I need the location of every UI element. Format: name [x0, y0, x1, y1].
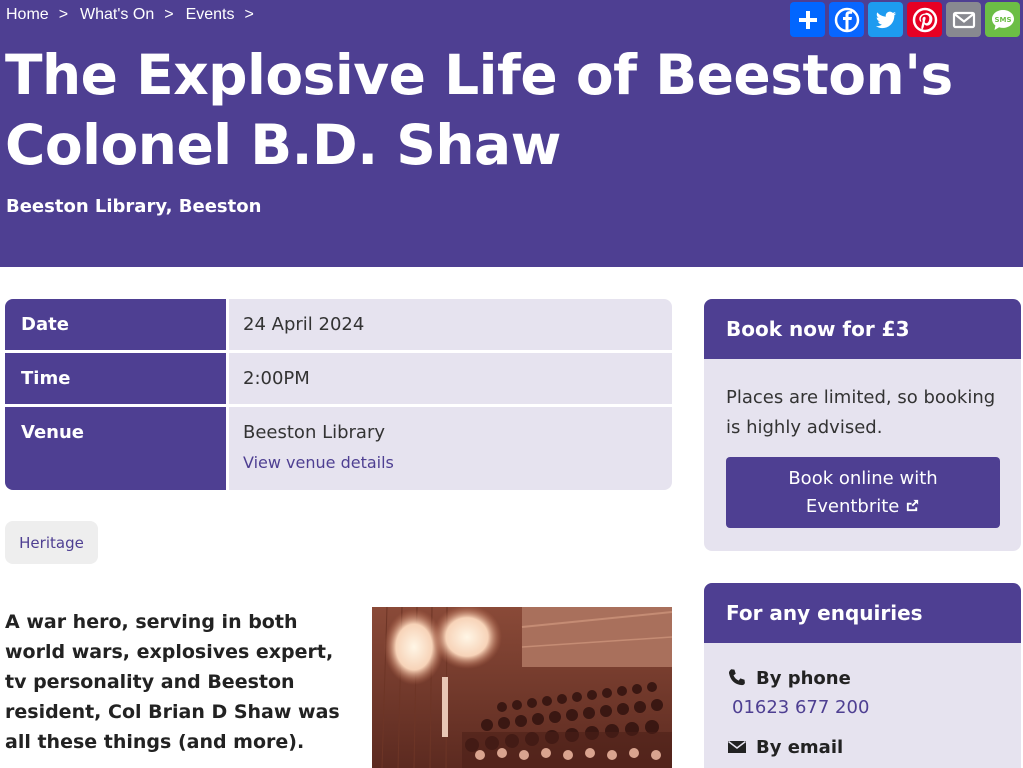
enquiries-heading: For any enquiries — [704, 583, 1021, 643]
venue-details-link[interactable]: View venue details — [243, 453, 658, 472]
phone-number-link[interactable]: 01623 677 200 — [732, 697, 999, 718]
breadcrumb-events[interactable]: Events — [186, 6, 235, 24]
phone-icon — [728, 669, 745, 686]
envelope-icon — [728, 740, 746, 753]
venue-row: Venue Beeston Library View venue details — [5, 407, 672, 490]
breadcrumb-separator: > — [58, 6, 69, 23]
book-eventbrite-button[interactable]: Book online with Eventbrite — [726, 457, 1000, 528]
time-label: Time — [5, 353, 229, 404]
phone-contact: By phone — [726, 667, 999, 689]
category-tag[interactable]: Heritage — [5, 521, 98, 564]
book-button-line2: Eventbrite — [805, 495, 900, 517]
email-label: By email — [756, 736, 844, 758]
lecture-hall-photo — [372, 607, 672, 768]
email-icon — [952, 11, 975, 28]
event-location: Beeston Library, Beeston — [6, 196, 262, 217]
booking-note: Places are limited, so booking is highly… — [726, 387, 996, 438]
breadcrumb-whats-on[interactable]: What's On — [80, 6, 154, 24]
venue-label: Venue — [5, 407, 229, 490]
email-share-button[interactable] — [946, 2, 981, 37]
venue-value: Beeston Library — [243, 422, 386, 443]
breadcrumb-separator: > — [164, 6, 174, 23]
sms-text: SMS — [994, 16, 1011, 24]
booking-heading: Book now for £3 — [704, 299, 1021, 359]
share-add-icon — [798, 10, 817, 29]
time-value: 2:00PM — [243, 368, 310, 389]
phone-label: By phone — [756, 667, 851, 689]
time-row: Time 2:00PM — [5, 353, 672, 407]
date-row: Date 24 April 2024 — [5, 299, 672, 353]
twitter-share-button[interactable] — [868, 2, 903, 37]
date-value: 24 April 2024 — [243, 314, 365, 335]
event-intro: A war hero, serving in both world wars, … — [5, 611, 340, 753]
event-details-table: Date 24 April 2024 Time 2:00PM Venue Bee… — [5, 299, 672, 490]
event-header: Home > What's On > Events > SMS The Explosive… — [0, 0, 1023, 267]
email-contact: By email — [726, 736, 999, 758]
booking-card: Book now for £3 Places are limited, so b… — [704, 299, 1021, 551]
sms-share-button[interactable]: SMS — [985, 2, 1020, 37]
share-bar: SMS — [790, 2, 1020, 37]
venue-cell: Beeston Library View venue details — [229, 407, 672, 490]
event-photo — [372, 607, 672, 768]
pinterest-share-button[interactable] — [907, 2, 942, 37]
enquiries-card: For any enquiries By phone 01623 677 200… — [704, 583, 1021, 768]
breadcrumb-home[interactable]: Home — [6, 6, 49, 24]
breadcrumb: Home > What's On > Events > — [6, 6, 266, 24]
twitter-icon — [875, 11, 896, 28]
breadcrumb-separator: > — [244, 6, 254, 23]
book-button-line2-wrap: Eventbrite — [806, 493, 920, 521]
page-title: The Explosive Life of Beeston's Colonel … — [5, 43, 953, 177]
facebook-share-button[interactable] — [829, 2, 864, 37]
sms-icon: SMS — [991, 9, 1014, 30]
share-button[interactable] — [790, 2, 825, 37]
book-button-line1: Book online with — [788, 467, 938, 489]
external-link-icon — [907, 499, 919, 511]
facebook-icon — [834, 7, 859, 32]
date-label: Date — [5, 299, 229, 350]
pinterest-icon — [912, 7, 937, 32]
